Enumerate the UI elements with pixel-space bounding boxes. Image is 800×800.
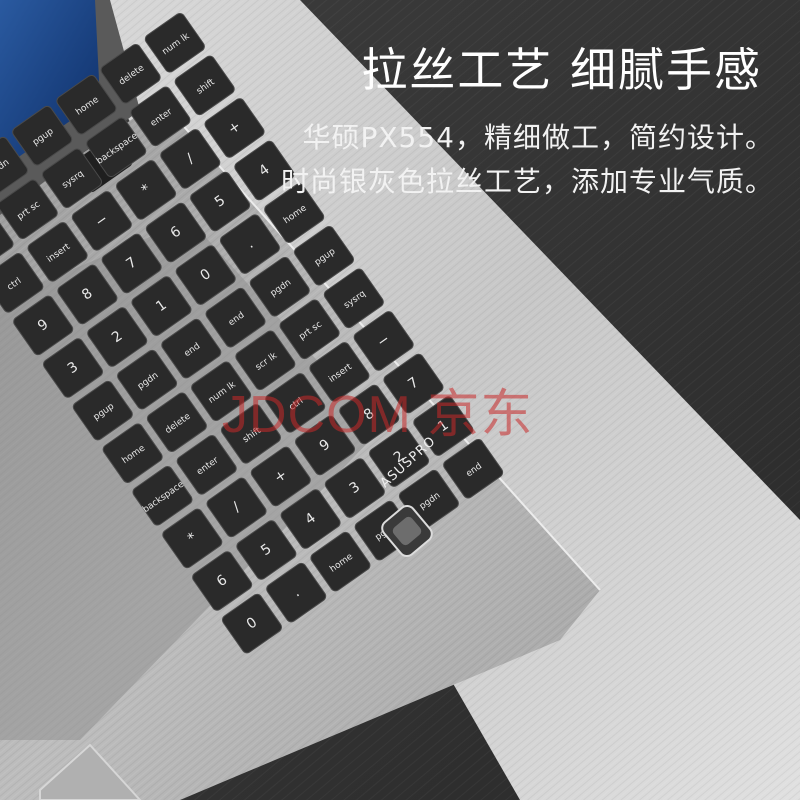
watermark: JDCOM 京东 <box>222 386 534 444</box>
subtitle-line-1: 华硕PX554，精细做工，简约设计。 <box>302 121 774 154</box>
headline: 拉丝工艺 细腻手感 <box>361 43 762 97</box>
subtitle-line-2: 时尚银灰色拉丝工艺，添加专业气质。 <box>280 165 774 198</box>
